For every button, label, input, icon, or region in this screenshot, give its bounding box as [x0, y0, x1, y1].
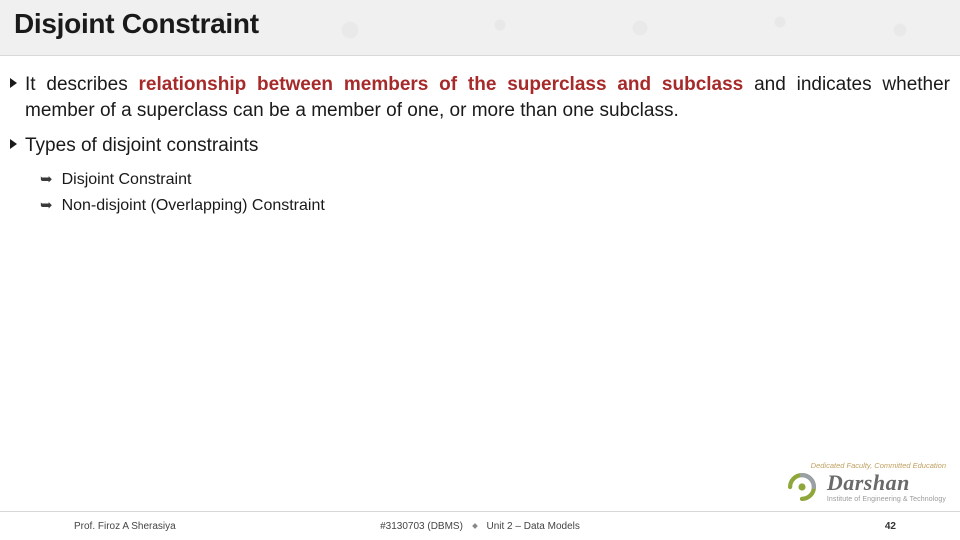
slide: Disjoint Constraint It describes relatio…	[0, 0, 960, 540]
sub-bullet-1-text: Disjoint Constraint	[62, 169, 192, 191]
footer-page-number: 42	[885, 521, 896, 532]
footer: Prof. Firoz A Sherasiya #3130703 (DBMS) …	[0, 512, 960, 540]
bullet-1-pre: It describes	[25, 74, 139, 95]
footer-unit: Unit 2 – Data Models	[487, 521, 580, 532]
arrow-bullet-icon: ➥	[40, 169, 53, 190]
logo-mark-icon	[785, 470, 819, 504]
footer-center: #3130703 (DBMS) Unit 2 – Data Models	[0, 521, 960, 532]
bullet-item-1: It describes relationship between member…	[10, 72, 950, 123]
sub-bullet-2-text: Non-disjoint (Overlapping) Constraint	[62, 195, 325, 217]
slide-title: Disjoint Constraint	[14, 8, 259, 40]
bullet-1-text: It describes relationship between member…	[25, 72, 950, 123]
sub-bullet-2: ➥ Non-disjoint (Overlapping) Constraint	[40, 195, 950, 217]
triangle-bullet-icon	[10, 139, 17, 149]
bullet-2-text: Types of disjoint constraints	[25, 133, 950, 159]
logo-text: Darshan Institute of Engineering & Techn…	[827, 472, 946, 503]
bullet-1-emphasis: relationship between members of the supe…	[139, 74, 744, 95]
arrow-bullet-icon: ➥	[40, 195, 53, 216]
sub-bullet-1: ➥ Disjoint Constraint	[40, 169, 950, 191]
logo-tagline: Dedicated Faculty, Committed Education	[811, 461, 946, 470]
bullet-item-2: Types of disjoint constraints	[10, 133, 950, 159]
institute-logo: Darshan Institute of Engineering & Techn…	[785, 470, 946, 504]
content-area: It describes relationship between member…	[10, 72, 950, 218]
logo-subtitle: Institute of Engineering & Technology	[827, 496, 946, 503]
logo-name: Darshan	[827, 472, 946, 494]
triangle-bullet-icon	[10, 78, 17, 88]
footer-course: #3130703 (DBMS)	[380, 521, 463, 532]
diamond-separator-icon	[472, 523, 478, 529]
